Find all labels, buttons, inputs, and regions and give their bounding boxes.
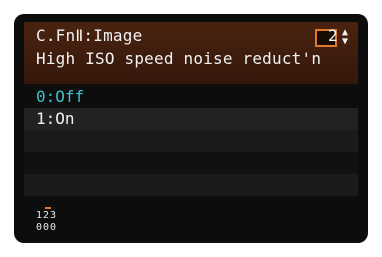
function-indices: 123 — [36, 210, 58, 221]
current-function-marker — [45, 207, 51, 209]
option-on[interactable]: 1:On — [24, 108, 358, 130]
function-values: 000 — [36, 222, 58, 233]
list-empty-row — [24, 152, 358, 174]
option-off[interactable]: 0:Off — [24, 86, 358, 108]
menu-header: C.FnⅡ:Image High ISO speed noise reduct'… — [24, 22, 358, 84]
function-summary: 123 000 — [24, 207, 358, 240]
list-empty-row — [24, 174, 358, 196]
function-number: 2 — [328, 26, 338, 45]
lcd-screen: C.FnⅡ:Image High ISO speed noise reduct'… — [14, 14, 368, 243]
list-empty-row — [24, 130, 358, 152]
up-down-arrows-icon[interactable]: ▲ ▼ — [340, 28, 350, 47]
options-list: 0:Off 1:On — [24, 86, 358, 196]
menu-subtitle: High ISO speed noise reduct'n — [36, 49, 322, 68]
menu-title: C.FnⅡ:Image — [36, 26, 143, 45]
